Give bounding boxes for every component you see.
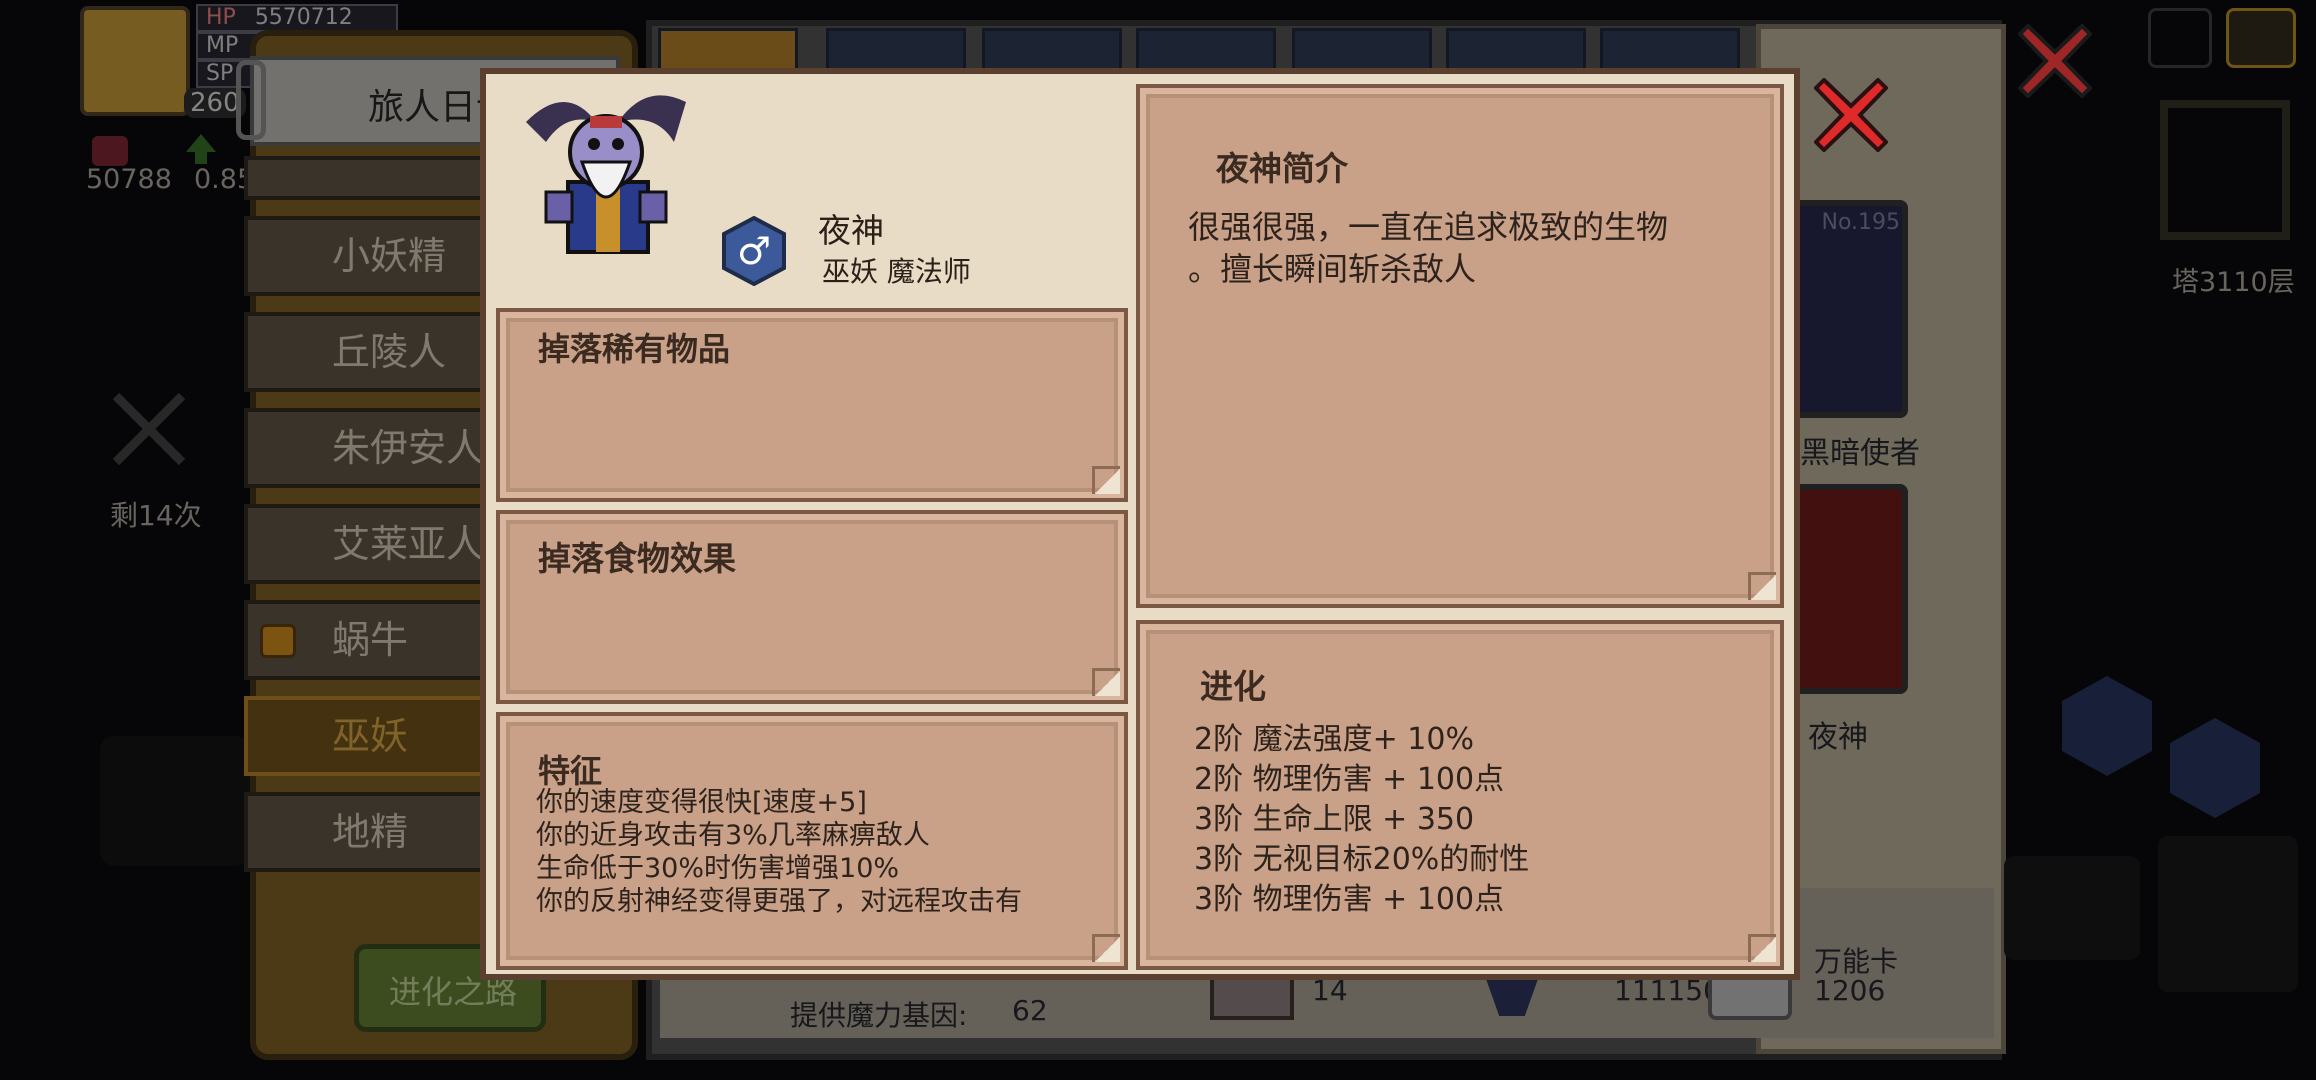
- svg-text:♂: ♂: [737, 229, 771, 273]
- rare-drop-title: 掉落稀有物品: [538, 330, 731, 368]
- mp-label: MP: [206, 33, 239, 58]
- intro-line: 。擅长瞬间斩杀敌人: [1188, 250, 1477, 288]
- evolution-line: 2阶 魔法强度+ 10%: [1194, 722, 1474, 757]
- minimap-icon[interactable]: [2160, 100, 2290, 240]
- attempts-left: 剩14次: [110, 499, 202, 532]
- sidebar-item-label: 小妖精: [332, 234, 447, 278]
- intro-panel: 夜神简介 很强很强，一直在追求极致的生物 。擅长瞬间斩杀敌人: [1136, 84, 1784, 608]
- sidebar-item-zhuyianren[interactable]: 朱伊安人: [244, 408, 494, 488]
- sp-label: SP: [206, 61, 234, 86]
- sidebar-item-label: 地精: [332, 810, 409, 854]
- close-x-icon[interactable]: [1813, 77, 1889, 153]
- sidebar-item-ailaiyaren[interactable]: 艾莱亚人: [244, 504, 494, 584]
- monster-name-1: 黑暗使者: [1800, 436, 1920, 471]
- close-x-icon[interactable]: [2017, 23, 2093, 99]
- evolution-line: 3阶 物理伤害 + 100点: [1194, 882, 1505, 917]
- sidebar-item-wuyao[interactable]: 巫妖: [244, 696, 494, 776]
- intro-title: 夜神简介: [1216, 149, 1348, 188]
- intro-text: 很强很强，一直在追求极致的生物 。擅长瞬间斩杀敌人: [1188, 206, 1668, 290]
- sidebar-item-label: 朱伊安人: [332, 426, 485, 470]
- gold-value: 50788: [86, 164, 172, 195]
- arrow-up-icon: [186, 134, 216, 164]
- new-badge-icon: [260, 624, 296, 658]
- evolution-line: 2阶 物理伤害 + 100点: [1194, 762, 1505, 797]
- monster-name: 夜神: [818, 211, 884, 250]
- hp-value: 5570712: [254, 5, 353, 30]
- tab-character[interactable]: [658, 28, 798, 72]
- lich-portrait: [506, 82, 706, 262]
- skill-button-1[interactable]: [2062, 676, 2152, 776]
- trait-line: 你的反射神经变得更强了，对远程攻击有: [536, 886, 1022, 917]
- tab-cooking[interactable]: [826, 28, 966, 72]
- tower-floor: 塔3110层: [2172, 267, 2295, 298]
- food-drop-title: 掉落食物效果: [538, 539, 736, 578]
- evolution-line: 3阶 无视目标20%的耐性: [1194, 842, 1530, 877]
- trait-line: 你的速度变得很快[速度+5]: [536, 787, 867, 818]
- evolution-title: 进化: [1200, 667, 1266, 706]
- evolution-list: 2阶 魔法强度+ 10% 2阶 物理伤害 + 100点 3阶 生命上限 + 35…: [1194, 720, 1529, 920]
- sidebar-item-label: 丘陵人: [332, 330, 447, 374]
- sidebar-item-label: 艾莱亚人: [332, 522, 485, 566]
- traits-list: 你的速度变得很快[速度+5] 你的近身攻击有3%几率麻痹敌人 生命低于30%时伤…: [536, 786, 1022, 918]
- trait-line: 生命低于30%时伤害增强10%: [536, 853, 900, 884]
- rare-drop-panel: 掉落稀有物品: [496, 308, 1128, 502]
- spiral-binding: [236, 60, 266, 140]
- tab-equipment[interactable]: [1600, 28, 1740, 72]
- left-nav-button[interactable]: [100, 736, 250, 866]
- bow-icon[interactable]: [2158, 836, 2298, 992]
- sidebar-item-woniu[interactable]: 蜗牛: [244, 600, 494, 680]
- gold-icon: [92, 136, 128, 166]
- tab-potions[interactable]: [1136, 28, 1276, 72]
- trait-line: 你的近身攻击有3%几率麻痹敌人: [536, 820, 930, 851]
- sidebar-item-label: 蜗牛: [332, 618, 409, 662]
- monster-number: No.195: [1821, 210, 1900, 235]
- evolution-panel: 进化 2阶 魔法强度+ 10% 2阶 物理伤害 + 100点 3阶 生命上限 +…: [1136, 620, 1784, 970]
- monster-card-nightgod[interactable]: [1790, 484, 1908, 694]
- hp-label: HP: [206, 5, 236, 30]
- sidebar-item-dijing[interactable]: 地精: [244, 792, 494, 872]
- sidebar-item-qiulingren[interactable]: 丘陵人: [244, 312, 494, 392]
- sidebar-item-xiaoyaojing[interactable]: 小妖精: [244, 216, 494, 296]
- player-avatar[interactable]: [80, 6, 190, 116]
- intro-line: 很强很强，一直在追求极致的生物: [1188, 208, 1669, 246]
- card-count: 1206: [1814, 974, 1886, 1007]
- monster-name-2: 夜神: [1808, 720, 1868, 755]
- skill-button-2[interactable]: [2170, 718, 2260, 818]
- exit-fullscreen-button[interactable]: [2226, 8, 2296, 68]
- magic-gene-value: 62: [1012, 994, 1048, 1027]
- tab-items[interactable]: [1446, 28, 1586, 72]
- food-drop-panel: 掉落食物效果: [496, 510, 1128, 704]
- traits-panel: 特征 你的速度变得很快[速度+5] 你的近身攻击有3%几率麻痹敌人 生命低于30…: [496, 712, 1128, 970]
- hp-bar: HP 5570712: [196, 4, 398, 32]
- monster-detail-dialog: ♂ 夜神 巫妖 魔法师 掉落稀有物品 掉落食物效果 特征 你的速度变得很快[速度…: [480, 68, 1800, 980]
- sword-icon[interactable]: [2004, 856, 2140, 960]
- sidebar-item-label: 巫妖: [332, 714, 409, 758]
- crossed-swords-icon[interactable]: [106, 386, 192, 472]
- sidebar-item-0[interactable]: [244, 156, 494, 200]
- monster-card-195[interactable]: No.195: [1790, 200, 1908, 418]
- male-icon: ♂: [722, 215, 786, 287]
- magic-gene-label: 提供魔力基因:: [790, 999, 968, 1032]
- tab-books[interactable]: [982, 28, 1122, 72]
- settings-button[interactable]: [2148, 8, 2212, 68]
- evolution-line: 3阶 生命上限 + 350: [1194, 802, 1475, 837]
- tab-scrolls[interactable]: [1292, 28, 1432, 72]
- monster-tags: 巫妖 魔法师: [822, 255, 971, 288]
